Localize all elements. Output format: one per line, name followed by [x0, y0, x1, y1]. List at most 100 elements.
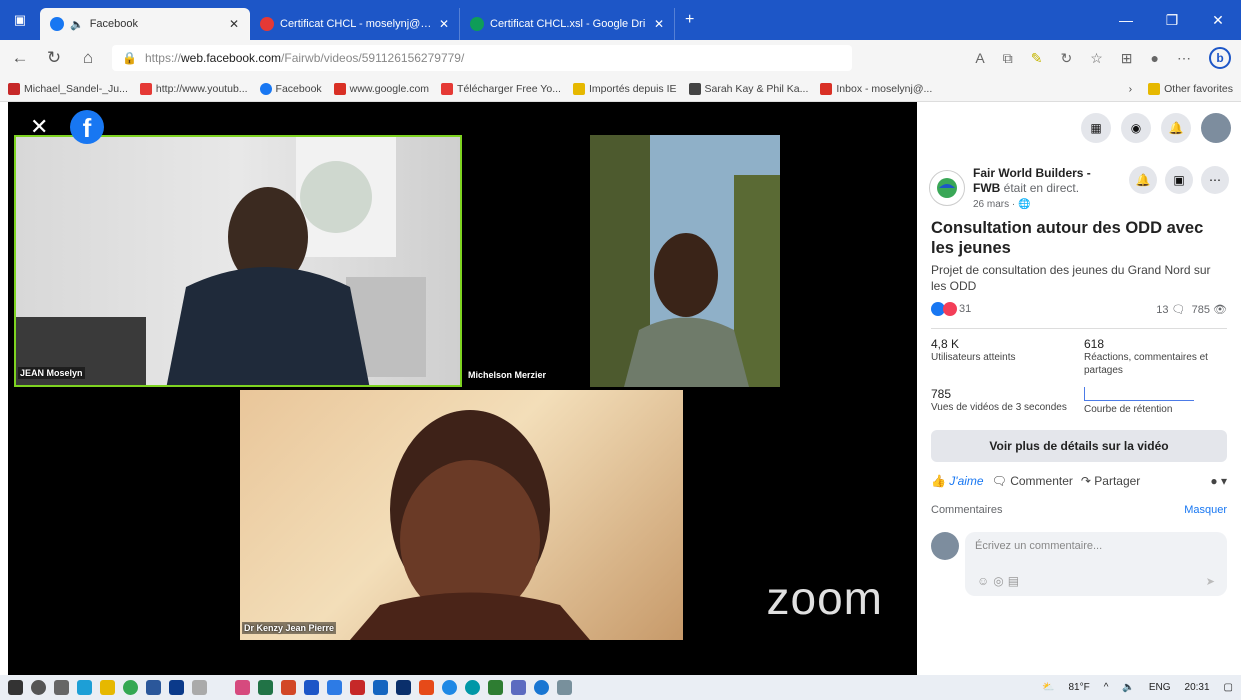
account-avatar[interactable]	[1201, 113, 1231, 143]
app-icon[interactable]	[350, 680, 365, 695]
minimize-button[interactable]: —	[1103, 0, 1149, 40]
edge-icon[interactable]	[77, 680, 92, 695]
app-icon[interactable]	[465, 680, 480, 695]
bookmark-item[interactable]: Télécharger Free Yo...	[441, 82, 561, 95]
page-logo-icon[interactable]	[929, 170, 965, 206]
bookmark-item[interactable]: Facebook	[259, 82, 322, 95]
close-window-button[interactable]: ✕	[1195, 0, 1241, 40]
hide-comments-link[interactable]: Masquer	[1184, 504, 1227, 516]
search-icon[interactable]	[31, 680, 46, 695]
bookmark-item[interactable]: http://www.youtub...	[139, 82, 248, 95]
favorites-star-icon[interactable]: ☆	[1090, 50, 1103, 67]
language[interactable]: ENG	[1149, 682, 1171, 693]
tab-facebook[interactable]: 🔈 Facebook ✕	[40, 8, 250, 40]
stat-engagement: 618 Réactions, commentaires et partages	[1084, 337, 1227, 377]
facebook-logo-icon[interactable]: f	[70, 110, 104, 144]
tab-certificat-drive[interactable]: Certificat CHCL.xsl - Google Dri ✕	[460, 8, 675, 40]
tab-certificat-gmail[interactable]: Certificat CHCL - moselynj@gm ✕	[250, 8, 460, 40]
stat-label: Utilisateurs atteints	[931, 352, 1016, 363]
comment-composer: Écrivez un commentaire... ☺◎▤ ➤	[917, 532, 1241, 596]
app-icon[interactable]	[327, 680, 342, 695]
tab-title: Facebook	[89, 18, 139, 30]
bookmark-item[interactable]: Michael_Sandel-_Ju...	[8, 82, 128, 95]
excel-icon[interactable]	[258, 680, 273, 695]
bookmark-label: Sarah Kay & Phil Ka...	[704, 82, 809, 95]
stat-reach: 4,8 K Utilisateurs atteints	[931, 337, 1074, 377]
bookmark-item[interactable]: Sarah Kay & Phil Ka...	[688, 82, 809, 95]
bing-icon[interactable]: b	[1209, 47, 1231, 69]
more-menu-icon[interactable]: ⋯	[1177, 50, 1191, 67]
app-icon[interactable]	[169, 680, 184, 695]
bookmark-item[interactable]: Inbox - moselynj@...	[820, 82, 932, 95]
notifications-bell-icon[interactable]: 🔔	[1161, 113, 1191, 143]
bookmark-item[interactable]: www.google.com	[333, 82, 429, 95]
refresh-icon[interactable]: ↻	[44, 48, 64, 68]
more-options-icon[interactable]: ⋯	[1201, 166, 1229, 194]
app-icon[interactable]	[235, 680, 250, 695]
app-icon[interactable]	[192, 680, 207, 695]
comments-count-group[interactable]: 13 🗨 785 👁	[1156, 303, 1227, 316]
video-details-button[interactable]: Voir plus de détails sur la vidéo	[931, 430, 1227, 462]
comment-button[interactable]: 🗨 Commenter	[992, 474, 1073, 488]
powerpoint-icon[interactable]	[281, 680, 296, 695]
new-tab-button[interactable]: +	[675, 0, 704, 40]
bookmark-item[interactable]: Importés depuis IE	[572, 82, 677, 95]
close-video-icon[interactable]: ✕	[30, 114, 48, 140]
bookmark-label: Importés depuis IE	[588, 82, 677, 95]
app-icon[interactable]	[511, 680, 526, 695]
reaction-count[interactable]: 31	[959, 303, 971, 315]
app-icon[interactable]	[373, 680, 388, 695]
pen-extension-icon[interactable]: ✎	[1031, 50, 1043, 67]
speaker-icon[interactable]: 🔈	[70, 18, 84, 31]
back-icon[interactable]: ←	[10, 48, 30, 68]
maximize-button[interactable]: ❐	[1149, 0, 1195, 40]
views-count: 785	[1191, 303, 1210, 316]
bell-icon[interactable]: 🔔	[1129, 166, 1157, 194]
windows-taskbar: ⛅ 81°F ^ 🔈 ENG 20:31 ▢	[0, 675, 1241, 700]
app-icon[interactable]	[557, 680, 572, 695]
app-icon[interactable]	[442, 680, 457, 695]
messenger-icon[interactable]: ◉	[1121, 113, 1151, 143]
app-icon[interactable]	[488, 680, 503, 695]
emoji-camera-gif-icons[interactable]: ☺◎▤	[977, 574, 1023, 588]
profile-icon[interactable]: ●	[1151, 50, 1159, 66]
close-tab-icon[interactable]: ✕	[439, 17, 449, 31]
app-icon[interactable]	[419, 680, 434, 695]
app-icon[interactable]	[534, 680, 549, 695]
clock[interactable]: 20:31	[1185, 682, 1210, 693]
gmail-icon	[333, 82, 346, 95]
reaction-emojis-icon[interactable]	[931, 302, 957, 316]
address-bar[interactable]: 🔒 https://web.facebook.com/Fairwb/videos…	[112, 45, 852, 71]
task-view-icon[interactable]	[54, 680, 69, 695]
video-player[interactable]: ✕ f JEAN Moselyn Michelson Merzier Dr Ke…	[8, 102, 917, 675]
other-favorites[interactable]: Other favorites	[1148, 82, 1233, 95]
workspaces-icon[interactable]: ▣	[0, 0, 40, 40]
chrome-icon[interactable]	[123, 680, 138, 695]
save-icon[interactable]: ▣	[1165, 166, 1193, 194]
audience-selector[interactable]: ● ▾	[1210, 474, 1227, 488]
windows-start-icon[interactable]	[8, 680, 23, 695]
chevron-right-icon[interactable]: ›	[1129, 83, 1133, 95]
comment-input[interactable]: Écrivez un commentaire... ☺◎▤ ➤	[965, 532, 1227, 596]
menu-grid-icon[interactable]: ▦	[1081, 113, 1111, 143]
chevron-up-icon[interactable]: ^	[1104, 682, 1109, 693]
refresh-extension-icon[interactable]: ↻	[1061, 50, 1073, 67]
app-icon[interactable]	[304, 680, 319, 695]
volume-icon[interactable]: 🔈	[1122, 682, 1134, 693]
app-icon[interactable]	[396, 680, 411, 695]
notification-center-icon[interactable]: ▢	[1224, 682, 1233, 693]
weather-icon[interactable]: ⛅	[1042, 682, 1054, 693]
read-aloud-icon[interactable]: A	[975, 50, 984, 66]
post-date[interactable]: 26 mars ·	[973, 199, 1018, 210]
share-button[interactable]: ↷ Partager	[1081, 474, 1140, 488]
send-icon[interactable]: ➤	[1206, 575, 1215, 588]
extension-icon[interactable]: ⧉	[1003, 50, 1013, 67]
word-icon[interactable]	[146, 680, 161, 695]
file-explorer-icon[interactable]	[100, 680, 115, 695]
weather-temp[interactable]: 81°F	[1068, 682, 1089, 693]
collections-icon[interactable]: ⊞	[1121, 50, 1133, 67]
home-icon[interactable]: ⌂	[78, 48, 98, 68]
like-button[interactable]: 👍 J'aime	[931, 474, 984, 488]
close-tab-icon[interactable]: ✕	[654, 17, 664, 31]
close-tab-icon[interactable]: ✕	[229, 17, 239, 31]
